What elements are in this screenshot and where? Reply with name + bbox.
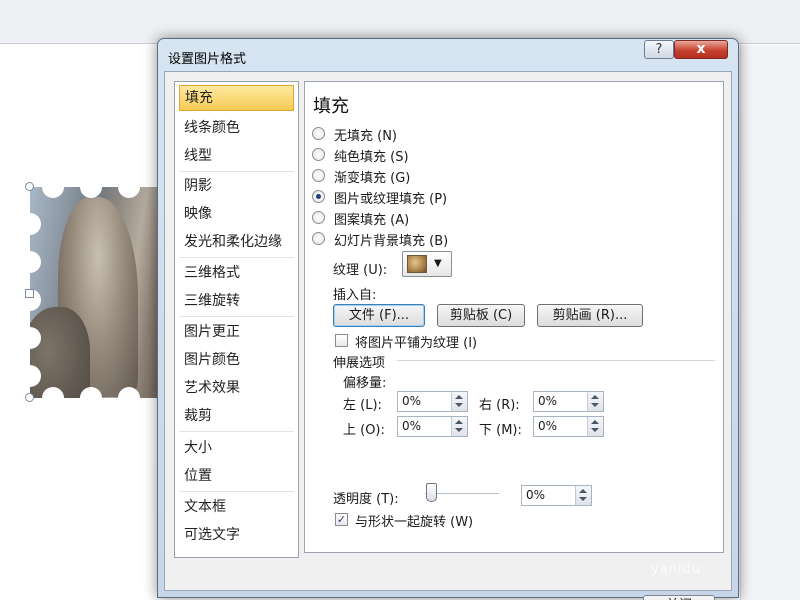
- transparency-spinner[interactable]: 0%: [521, 485, 592, 506]
- transparency-slider-thumb[interactable]: [426, 483, 437, 502]
- spinner-value: 0%: [526, 488, 546, 502]
- radio-label: 图片或纹理填充 (P): [334, 192, 448, 207]
- category-text-box[interactable]: 文本框: [179, 494, 294, 520]
- radio-button[interactable]: [312, 127, 325, 140]
- texture-label: 纹理 (U):: [333, 263, 388, 278]
- category-crop[interactable]: 裁剪: [179, 403, 294, 429]
- dialog-title: 设置图片格式: [168, 52, 247, 67]
- category-glow-soft-edges[interactable]: 发光和柔化边缘: [179, 229, 294, 255]
- tile-label: 将图片平铺为纹理 (I): [355, 336, 478, 351]
- bottom-offset-spinner[interactable]: 0%: [533, 416, 604, 437]
- category-3d-rotation[interactable]: 三维旋转: [179, 288, 294, 314]
- help-button[interactable]: ?: [644, 40, 674, 59]
- section-divider: [397, 360, 715, 361]
- spinner-arrows[interactable]: [451, 417, 467, 436]
- category-reflection[interactable]: 映像: [179, 201, 294, 227]
- spinner-value: 0%: [402, 419, 422, 433]
- scallop-edge: [118, 187, 140, 198]
- tile-checkbox[interactable]: [335, 334, 348, 347]
- offsets-label: 偏移量:: [343, 376, 387, 391]
- category-alt-text[interactable]: 可选文字: [179, 522, 294, 548]
- spinner-arrows[interactable]: [575, 486, 591, 505]
- texture-dropdown[interactable]: ▼: [402, 251, 452, 277]
- category-separator: [179, 431, 294, 432]
- category-position[interactable]: 位置: [179, 463, 294, 489]
- right-pane: [740, 45, 800, 600]
- scallop-edge: [42, 187, 64, 198]
- right-offset-spinner[interactable]: 0%: [533, 391, 604, 412]
- rotate-with-shape-label: 与形状一起旋转 (W): [355, 515, 474, 530]
- format-picture-dialog: 设置图片格式 ? x 填充 线条颜色 线型 阴影 映像 发光和柔化边缘 三维格式…: [157, 38, 739, 600]
- top-offset-spinner[interactable]: 0%: [397, 416, 468, 437]
- spinner-value: 0%: [402, 394, 422, 408]
- dialog-body: 填充 线条颜色 线型 阴影 映像 发光和柔化边缘 三维格式 三维旋转 图片更正 …: [164, 71, 732, 600]
- radio-button-checked[interactable]: [312, 190, 325, 203]
- radio-button[interactable]: [312, 148, 325, 161]
- resize-handle[interactable]: [25, 289, 34, 298]
- category-picture-color[interactable]: 图片颜色: [179, 347, 294, 373]
- category-separator: [179, 171, 294, 172]
- category-artistic-effects[interactable]: 艺术效果: [179, 375, 294, 401]
- right-offset-label: 右 (R):: [479, 398, 520, 413]
- insert-from-label: 插入自:: [333, 288, 377, 303]
- spinner-arrows[interactable]: [587, 392, 603, 411]
- panel-title: 填充: [313, 96, 349, 117]
- resize-handle[interactable]: [25, 393, 34, 402]
- radio-label: 图案填充 (A): [334, 213, 410, 228]
- category-separator: [179, 316, 294, 317]
- category-line-color[interactable]: 线条颜色: [179, 115, 294, 141]
- dialog-titlebar[interactable]: 设置图片格式 ? x: [158, 39, 738, 71]
- file-button[interactable]: 文件 (F)...: [333, 304, 425, 327]
- spinner-arrows[interactable]: [451, 392, 467, 411]
- category-shadow[interactable]: 阴影: [179, 173, 294, 199]
- clipart-button[interactable]: 剪贴画 (R)...: [537, 304, 643, 327]
- radio-button[interactable]: [312, 232, 325, 245]
- resize-handle[interactable]: [25, 182, 34, 191]
- radio-button[interactable]: [312, 211, 325, 224]
- scallop-edge: [30, 213, 41, 235]
- radio-button[interactable]: [312, 169, 325, 182]
- category-3d-format[interactable]: 三维格式: [179, 260, 294, 286]
- category-fill[interactable]: 填充: [179, 85, 294, 111]
- watermark: yanidu: [651, 562, 702, 577]
- bottom-offset-label: 下 (M):: [479, 423, 522, 438]
- radio-label: 渐变填充 (G): [334, 171, 411, 186]
- radio-label: 幻灯片背景填充 (B): [334, 234, 449, 249]
- selected-picture[interactable]: [30, 187, 162, 398]
- category-separator: [179, 257, 294, 258]
- radio-label: 无填充 (N): [334, 129, 398, 144]
- rotate-with-shape-checkbox[interactable]: ✓: [335, 513, 348, 526]
- spinner-arrows[interactable]: [587, 417, 603, 436]
- rock-shape: [30, 307, 90, 398]
- transparency-label: 透明度 (T):: [333, 492, 399, 507]
- fill-panel: 填充 无填充 (N) 纯色填充 (S) 渐变填充 (G) 图片或纹理填充 (P)…: [304, 81, 724, 553]
- left-offset-spinner[interactable]: 0%: [397, 391, 468, 412]
- spinner-value: 0%: [538, 394, 558, 408]
- category-separator: [179, 491, 294, 492]
- scallop-edge: [30, 251, 41, 273]
- spinner-value: 0%: [538, 419, 558, 433]
- category-line-style[interactable]: 线型: [179, 143, 294, 169]
- category-size[interactable]: 大小: [179, 435, 294, 461]
- category-list: 填充 线条颜色 线型 阴影 映像 发光和柔化边缘 三维格式 三维旋转 图片更正 …: [174, 81, 299, 558]
- chevron-down-icon: ▼: [434, 258, 442, 269]
- stretch-options-label: 伸展选项: [333, 356, 386, 371]
- category-picture-corrections[interactable]: 图片更正: [179, 319, 294, 345]
- radio-label: 纯色填充 (S): [334, 150, 409, 165]
- top-offset-label: 上 (O):: [343, 423, 385, 438]
- close-button[interactable]: 关闭: [643, 595, 715, 600]
- close-x-button[interactable]: x: [674, 40, 728, 59]
- texture-swatch: [407, 255, 427, 273]
- clipboard-button[interactable]: 剪贴板 (C): [437, 304, 525, 327]
- left-offset-label: 左 (L):: [343, 398, 382, 413]
- scallop-edge: [118, 387, 140, 398]
